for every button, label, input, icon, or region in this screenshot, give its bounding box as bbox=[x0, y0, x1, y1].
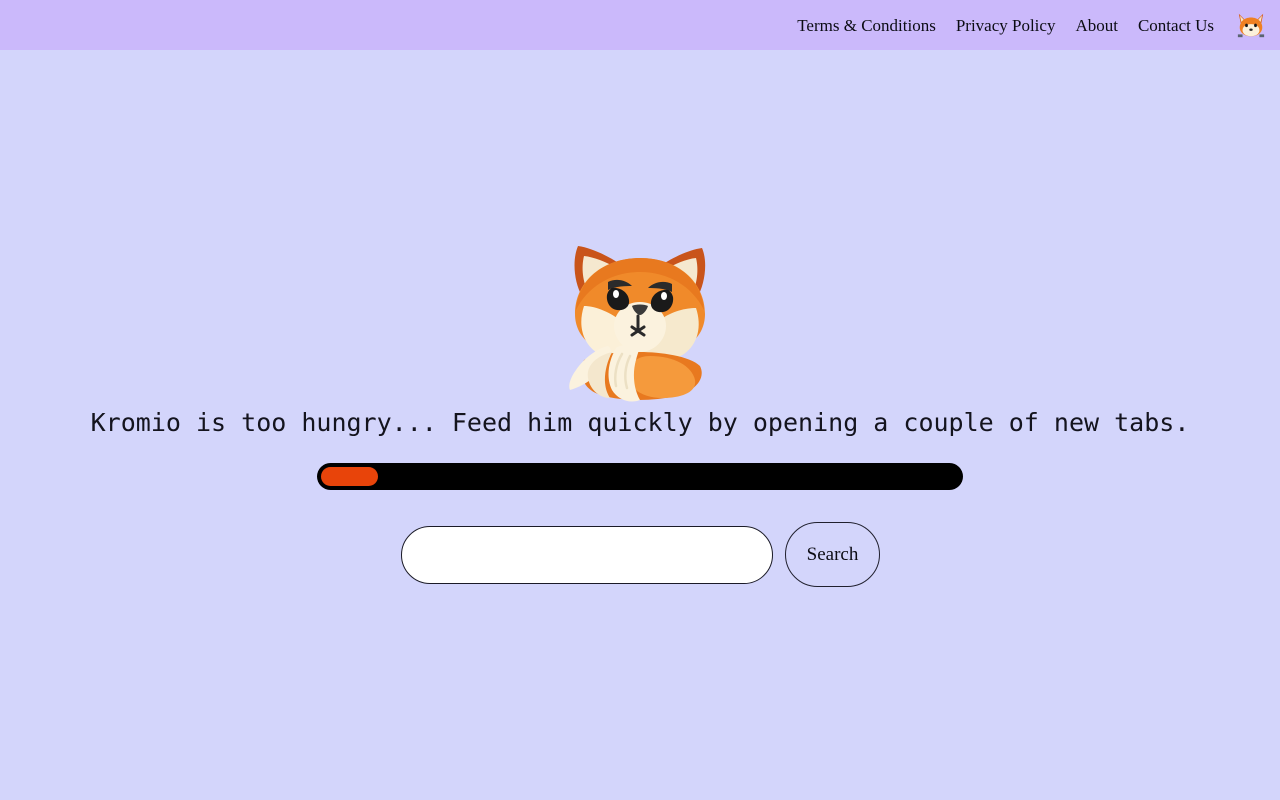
nav-link-about[interactable]: About bbox=[1065, 17, 1128, 34]
search-row: Search bbox=[401, 522, 880, 587]
hunger-progress-fill bbox=[321, 467, 379, 486]
header-nav: Terms & Conditions Privacy Policy About … bbox=[787, 17, 1224, 34]
nav-link-privacy-policy[interactable]: Privacy Policy bbox=[946, 17, 1066, 34]
hunger-progress-bar bbox=[317, 463, 963, 490]
search-input[interactable] bbox=[401, 525, 773, 584]
search-button[interactable]: Search bbox=[785, 522, 880, 587]
hunger-message: Kromio is too hungry... Feed him quickly… bbox=[90, 408, 1190, 437]
site-header: Terms & Conditions Privacy Policy About … bbox=[0, 0, 1280, 50]
sad-fox-mascot-icon bbox=[550, 230, 730, 410]
nav-link-terms-and-conditions[interactable]: Terms & Conditions bbox=[787, 17, 946, 34]
main-content: Kromio is too hungry... Feed him quickly… bbox=[0, 50, 1280, 800]
nav-link-contact-us[interactable]: Contact Us bbox=[1128, 17, 1224, 34]
fox-icon[interactable] bbox=[1234, 8, 1268, 42]
